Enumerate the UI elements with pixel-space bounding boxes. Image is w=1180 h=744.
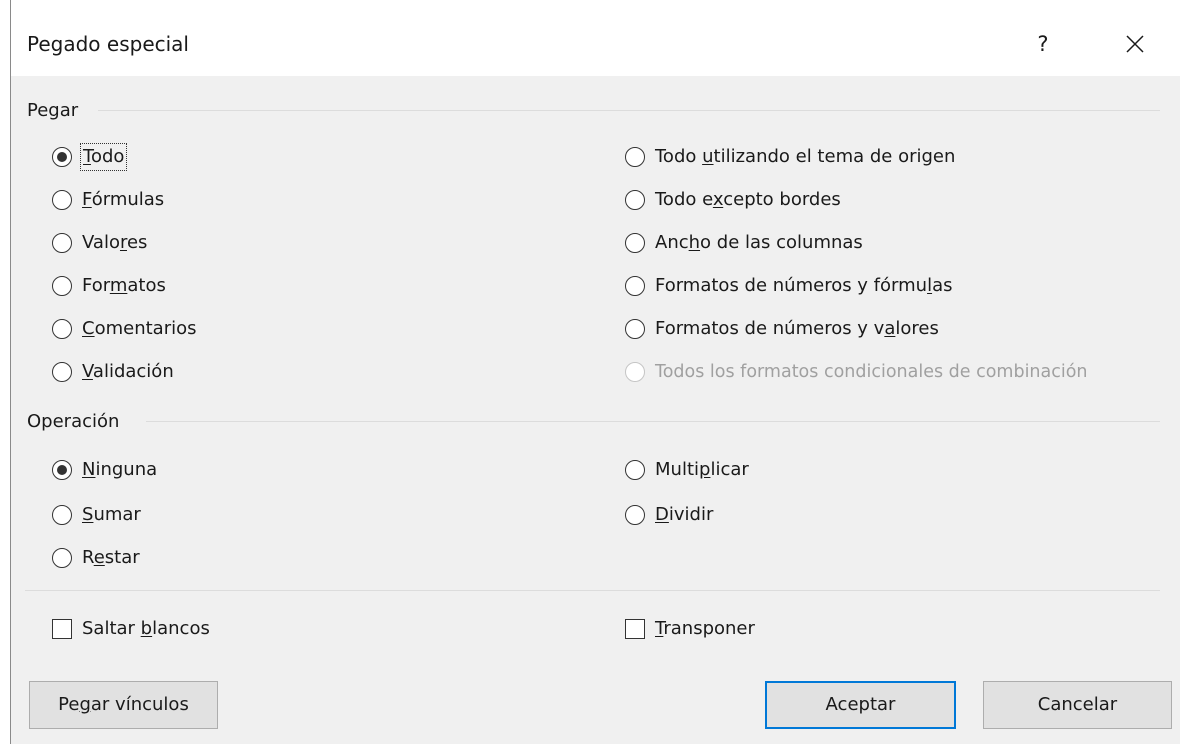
option-label: Ancho de las columnas bbox=[655, 232, 863, 253]
cancel-button[interactable]: Cancelar bbox=[983, 681, 1172, 729]
checkbox[interactable] bbox=[52, 619, 72, 639]
radio-button[interactable] bbox=[625, 319, 645, 339]
operation-option-multiply[interactable]: Multiplicar bbox=[625, 455, 749, 485]
option-label: Dividir bbox=[655, 504, 714, 525]
radio-button[interactable] bbox=[52, 319, 72, 339]
paste-option-formulas[interactable]: Fórmulas bbox=[52, 185, 164, 215]
radio-button[interactable] bbox=[625, 190, 645, 210]
option-label: Restar bbox=[82, 547, 140, 568]
close-button[interactable] bbox=[1111, 22, 1159, 66]
close-icon bbox=[1126, 35, 1144, 53]
radio-button[interactable] bbox=[52, 276, 72, 296]
radio-button[interactable] bbox=[52, 147, 72, 167]
radio-button[interactable] bbox=[625, 505, 645, 525]
option-label: Sumar bbox=[82, 504, 141, 525]
operation-section-label: Operación bbox=[27, 411, 120, 432]
radio-button[interactable] bbox=[625, 147, 645, 167]
operation-option-subtract[interactable]: Restar bbox=[52, 543, 140, 573]
radio-button[interactable] bbox=[52, 505, 72, 525]
skip-blanks-checkbox[interactable]: Saltar blancos bbox=[52, 614, 210, 644]
option-label: Todo bbox=[79, 143, 128, 171]
window-edge bbox=[0, 0, 11, 744]
radio-button[interactable] bbox=[625, 276, 645, 296]
option-label: Multiplicar bbox=[655, 459, 749, 480]
paste-option-number-formats-formulas[interactable]: Formatos de números y fórmulas bbox=[625, 271, 953, 301]
option-label: Todo excepto bordes bbox=[655, 189, 841, 210]
paste-option-validation[interactable]: Validación bbox=[52, 357, 174, 387]
radio-button[interactable] bbox=[52, 233, 72, 253]
ok-button[interactable]: Aceptar bbox=[765, 681, 956, 729]
option-label: Fórmulas bbox=[82, 189, 165, 210]
operation-section-divider bbox=[146, 421, 1160, 422]
transpose-checkbox[interactable]: Transponer bbox=[625, 614, 755, 644]
option-label: Ninguna bbox=[82, 459, 158, 480]
option-label: Validación bbox=[82, 361, 174, 382]
paste-option-values[interactable]: Valores bbox=[52, 228, 147, 258]
help-button[interactable]: ? bbox=[1023, 22, 1063, 66]
operation-option-add[interactable]: Sumar bbox=[52, 500, 141, 530]
paste-option-comments[interactable]: Comentarios bbox=[52, 314, 197, 344]
radio-button[interactable] bbox=[625, 460, 645, 480]
option-label: Valores bbox=[82, 232, 148, 253]
paste-link-button[interactable]: Pegar vínculos bbox=[29, 681, 218, 729]
paste-special-dialog: Pegado especial ? Pegar Todo Fórmulas Va… bbox=[0, 0, 1180, 744]
radio-button[interactable] bbox=[52, 548, 72, 568]
checkbox-label: Saltar blancos bbox=[82, 618, 210, 639]
paste-option-column-widths[interactable]: Ancho de las columnas bbox=[625, 228, 863, 258]
paste-option-number-formats-values[interactable]: Formatos de números y valores bbox=[625, 314, 939, 344]
options-separator bbox=[25, 590, 1160, 591]
option-label: Formatos de números y fórmulas bbox=[655, 275, 953, 296]
paste-option-formats[interactable]: Formatos bbox=[52, 271, 166, 301]
radio-button[interactable] bbox=[52, 362, 72, 382]
operation-option-none[interactable]: Ninguna bbox=[52, 455, 157, 485]
option-label: Todo utilizando el tema de origen bbox=[655, 146, 956, 167]
title-bar: Pegado especial ? bbox=[11, 0, 1180, 76]
option-label: Formatos bbox=[82, 275, 166, 296]
option-label: Formatos de números y valores bbox=[655, 318, 939, 339]
radio-button bbox=[625, 362, 645, 382]
paste-section-divider bbox=[98, 110, 1160, 111]
radio-button[interactable] bbox=[625, 233, 645, 253]
paste-option-merge-conditional-formats: Todos los formatos condicionales de comb… bbox=[625, 357, 1088, 387]
option-label: Comentarios bbox=[82, 318, 197, 339]
paste-option-source-theme[interactable]: Todo utilizando el tema de origen bbox=[625, 142, 955, 172]
radio-button[interactable] bbox=[52, 460, 72, 480]
paste-option-no-borders[interactable]: Todo excepto bordes bbox=[625, 185, 841, 215]
paste-option-todo[interactable]: Todo bbox=[52, 142, 128, 172]
option-label: Todos los formatos condicionales de comb… bbox=[655, 362, 1088, 382]
radio-button[interactable] bbox=[52, 190, 72, 210]
operation-option-divide[interactable]: Dividir bbox=[625, 500, 713, 530]
checkbox[interactable] bbox=[625, 619, 645, 639]
checkbox-label: Transponer bbox=[655, 618, 755, 639]
dialog-title: Pegado especial bbox=[27, 32, 189, 56]
paste-section-label: Pegar bbox=[27, 100, 79, 121]
